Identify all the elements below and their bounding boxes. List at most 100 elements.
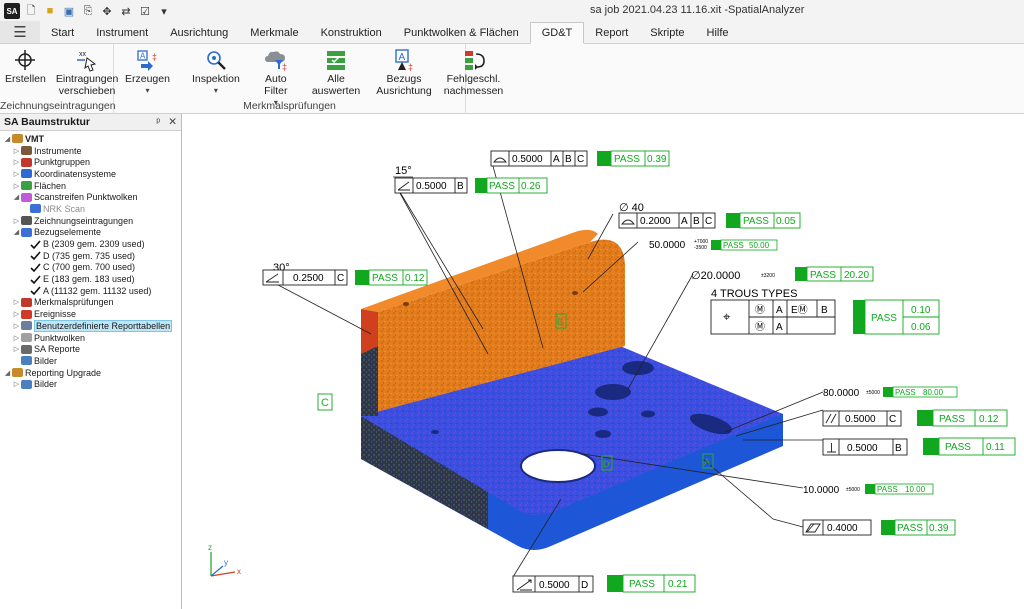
callout-profile-diameter-40[interactable]: ∅ 40 0.2000 A B C PASS 0.05 xyxy=(618,202,801,229)
axis-x-label: x xyxy=(237,567,241,576)
eintragungen-label-1: Eintragungen xyxy=(55,73,119,85)
tree-node[interactable]: D (735 gem. 735 used) xyxy=(0,250,181,262)
expanded-toggle-icon[interactable]: ◢ xyxy=(3,135,12,143)
tree-node[interactable]: ▷ Ereignisse xyxy=(0,308,181,320)
tree-node[interactable]: ▷ Zeichnungseintragungen xyxy=(0,215,181,227)
tab-merkmale[interactable]: Merkmale xyxy=(239,22,309,43)
c13-datum-d: D xyxy=(581,580,588,591)
collapsed-toggle-icon[interactable]: ▷ xyxy=(12,170,21,178)
c2-status: PASS xyxy=(489,181,515,192)
collapsed-toggle-icon[interactable]: ▷ xyxy=(12,147,21,155)
c3-diameter: ∅ 40 xyxy=(619,202,644,214)
expanded-toggle-icon[interactable]: ◢ xyxy=(3,369,12,377)
viewport-canvas[interactable]: C A B D 0.5000 A B C PASS 0.39 15° 0.500… xyxy=(183,114,1024,609)
move-icon[interactable]: ✥ xyxy=(99,3,115,19)
tree-node[interactable]: ▷ Benutzerdefinierte Reporttabellen xyxy=(0,319,181,332)
sa-logo-icon[interactable]: SA xyxy=(4,3,20,19)
checkmark-icon xyxy=(30,240,41,249)
collapsed-toggle-icon[interactable]: ▷ xyxy=(12,217,21,225)
tree-node[interactable]: Bilder xyxy=(0,355,181,367)
collapsed-toggle-icon[interactable]: ▷ xyxy=(12,298,21,306)
expanded-toggle-icon[interactable]: ◢ xyxy=(12,193,21,201)
callout-runout[interactable]: 0.5000 D PASS 0.21 xyxy=(512,574,696,593)
save-icon[interactable]: ▣ xyxy=(61,3,77,19)
tab-instrument[interactable]: Instrument xyxy=(85,22,159,43)
open-folder-icon[interactable]: ■ xyxy=(42,3,58,19)
checkmark-icon xyxy=(30,286,41,296)
tree-node[interactable]: NRK Scan xyxy=(0,203,181,215)
tab-konstruktion[interactable]: Konstruktion xyxy=(310,22,393,43)
create-check-icon: A ‡ xyxy=(133,47,161,73)
tree-node[interactable]: C (700 gem. 700 used) xyxy=(0,262,181,274)
callout-parallelism[interactable]: 0.5000 C PASS 0.12 xyxy=(822,409,1008,427)
save-dropdown-icon[interactable]: ⎘ xyxy=(80,3,96,19)
tree-node[interactable]: ◢ Reporting Upgrade xyxy=(0,367,181,379)
tree-node[interactable]: ◢ Scanstreifen Punktwolken xyxy=(0,191,181,203)
tree-node[interactable]: ▷ Koordinatensysteme xyxy=(0,168,181,180)
c5-value: 0.2500 xyxy=(293,273,324,284)
toggle-icon[interactable]: ☑ xyxy=(137,3,153,19)
tree-node[interactable]: ▷ SA Reporte xyxy=(0,343,181,355)
c3-datum-a: A xyxy=(681,216,688,227)
svg-text:‡: ‡ xyxy=(282,62,287,72)
callout-diameter-20[interactable]: ∅20.0000 ±3200 PASS 20.20 xyxy=(691,266,874,282)
tab-skripte[interactable]: Skripte xyxy=(639,22,695,43)
fehlgeschl-label-2: nachmessen xyxy=(443,85,504,97)
collapsed-toggle-icon[interactable]: ▷ xyxy=(12,345,21,353)
collapsed-toggle-icon[interactable]: ▷ xyxy=(12,322,21,330)
callout-dimension-50[interactable]: 50.0000 +7000 -3500 PASS 50.00 xyxy=(649,239,778,251)
collapsed-toggle-icon[interactable]: ▷ xyxy=(12,380,21,388)
tree-node[interactable]: ◢ Bezugselemente xyxy=(0,227,181,239)
callout-angularity-30[interactable]: 30° 0.2500 C PASS 0.12 xyxy=(262,262,428,286)
tree-node[interactable]: ▷ Flächen xyxy=(0,180,181,192)
tree-node-label: E (183 gem. 183 used) xyxy=(43,274,135,285)
callout-cylindricity[interactable]: 0.4000 PASS 0.39 xyxy=(802,519,956,536)
c10-status: PASS xyxy=(945,442,971,453)
callout-position-4-holes[interactable]: 4 TROUS TYPES ⌖ Ⓜ A EⓂ B Ⓜ A PASS 0.10 0… xyxy=(710,288,940,335)
tree-view[interactable]: ◢ VMT ▷ Instrumente ▷ Punktgruppen ▷ Koordinate… xyxy=(0,131,181,390)
callout-dimension-10[interactable]: 10.0000 ±5000 PASS 10.00 xyxy=(803,483,934,496)
tab-gdt[interactable]: GD&T xyxy=(529,22,585,44)
tree-node[interactable]: E (183 gem. 183 used) xyxy=(0,273,181,285)
customize-icon[interactable]: ▾ xyxy=(156,3,172,19)
collapsed-toggle-icon[interactable]: ▷ xyxy=(12,158,21,166)
svg-text:‡: ‡ xyxy=(152,52,157,62)
tree-node[interactable]: ▷ Instrumente xyxy=(0,145,181,157)
close-icon[interactable]: ✕ xyxy=(168,116,177,128)
tab-punktwolken[interactable]: Punktwolken & Flächen xyxy=(393,22,530,43)
expanded-toggle-icon[interactable]: ◢ xyxy=(12,228,21,236)
tree-node[interactable]: ▷ Punktwolken xyxy=(0,332,181,344)
new-file-icon[interactable]: 🗋 xyxy=(23,3,39,19)
collapsed-toggle-icon[interactable]: ▷ xyxy=(12,310,21,318)
collapsed-toggle-icon[interactable]: ▷ xyxy=(12,182,21,190)
callout-perpendicularity[interactable]: 0.5000 B PASS 0.11 xyxy=(822,437,1016,456)
tree-node[interactable]: B (2309 gem. 2309 used) xyxy=(0,238,181,250)
tree-node[interactable]: ▷ Bilder xyxy=(0,378,181,390)
tab-report[interactable]: Report xyxy=(584,22,639,43)
coordinate-icon[interactable]: ⇄ xyxy=(118,3,134,19)
tree-node-icon xyxy=(21,192,32,202)
tree-node[interactable]: ◢ VMT xyxy=(0,133,181,145)
inspektion-caret: ▾ xyxy=(213,86,218,95)
tab-hilfe[interactable]: Hilfe xyxy=(696,22,740,43)
callout-angularity-15[interactable]: 15° 0.5000 B PASS 0.26 xyxy=(393,165,548,194)
callout-profile-abc[interactable]: 0.5000 A B C PASS 0.39 xyxy=(490,150,670,167)
hamburger-menu-icon[interactable]: ☰ xyxy=(0,21,40,43)
tree-node[interactable]: ▷ Punktgruppen xyxy=(0,156,181,168)
callout-dimension-80[interactable]: 80.0000 ±5000 PASS 80.00 xyxy=(823,386,958,399)
tree-node[interactable]: A (11132 gem. 11132 used) xyxy=(0,285,181,297)
tree-node[interactable]: ▷ Merkmalsprüfungen xyxy=(0,297,181,309)
datum-alignment-icon: A ‡ xyxy=(390,47,418,73)
collapsed-toggle-icon[interactable]: ▷ xyxy=(12,334,21,342)
c4-status: PASS xyxy=(723,241,744,250)
3d-viewport[interactable]: C A B D 0.5000 A B C PASS 0.39 15° 0.500… xyxy=(183,114,1024,609)
c13-status: PASS xyxy=(629,579,655,590)
inspektion-label: Inspektion xyxy=(191,73,240,85)
tree-node-label: Bilder xyxy=(34,379,58,390)
pin-icon[interactable]: ᵖ xyxy=(156,116,160,128)
tree-node-label: Koordinatensysteme xyxy=(34,168,117,179)
tree-node-label: Reporting Upgrade xyxy=(25,367,102,378)
c3-datum-b: B xyxy=(693,216,700,227)
tab-ausrichtung[interactable]: Ausrichtung xyxy=(159,22,239,43)
tab-start[interactable]: Start xyxy=(40,22,85,43)
